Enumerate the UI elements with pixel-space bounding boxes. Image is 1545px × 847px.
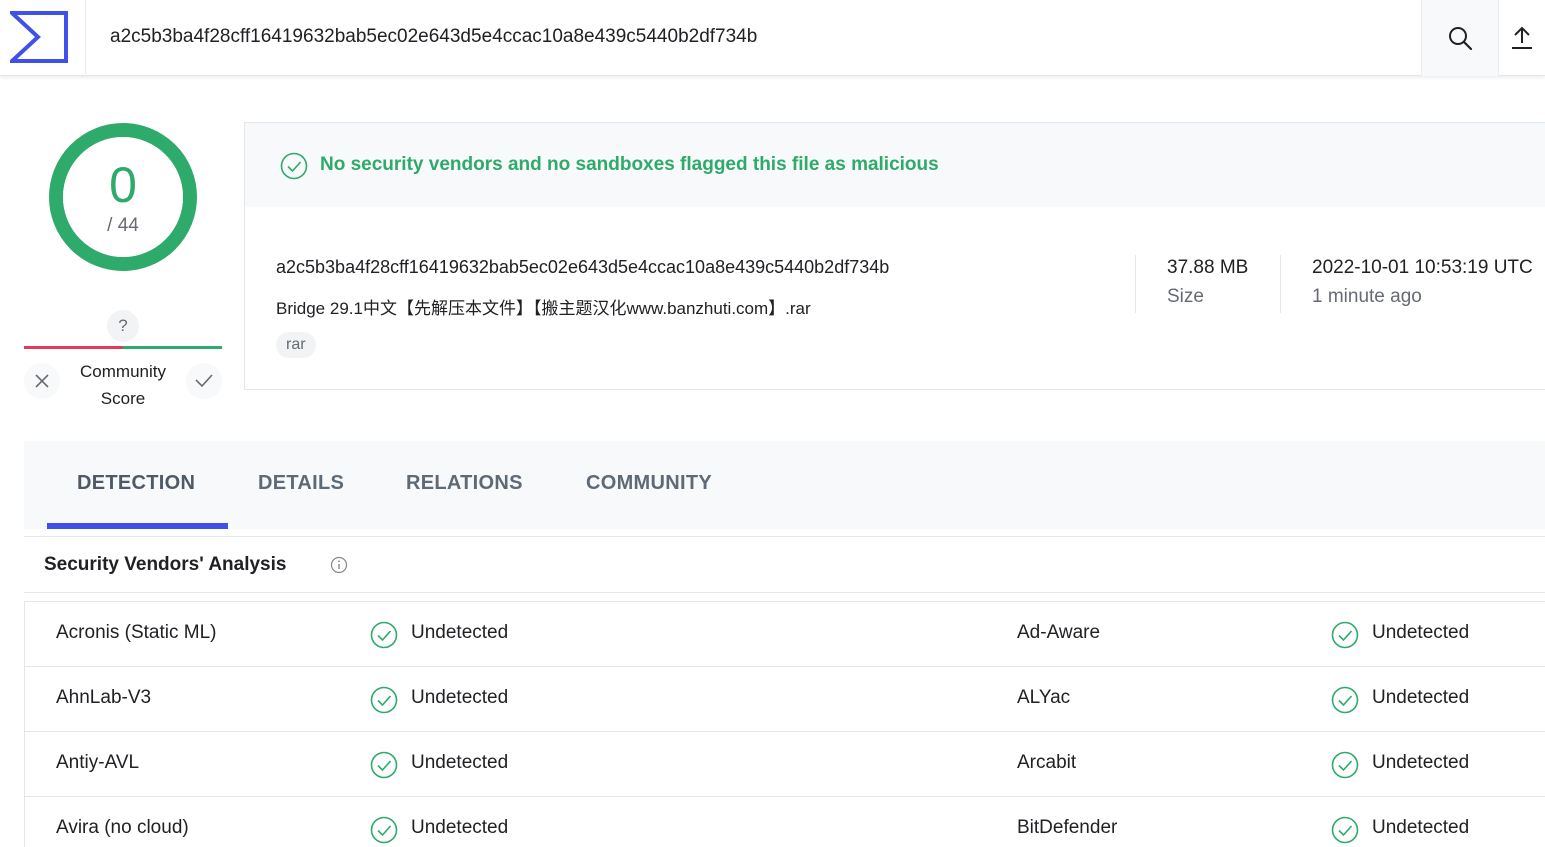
vendor-name: Avira (no cloud) [56,817,189,838]
check-circle-icon [1331,686,1359,714]
vendor-result: Undetected [411,622,509,643]
community-score-bar-negative [24,346,123,349]
community-score-label-line2: Score [100,389,146,408]
top-bar [0,0,1545,76]
table-row: Acronis (Static ML) Undetected Ad-Aware … [25,602,1545,667]
active-tab-indicator [47,523,228,529]
table-row: AhnLab-V3 Undetected ALYac Undetected [25,667,1545,732]
vendor-result: Undetected [1372,817,1470,838]
vendor-name: BitDefender [1017,817,1118,838]
vendor-result: Undetected [411,817,509,838]
check-circle-icon [1331,621,1359,649]
file-name: Bridge 29.1中文【先解压本文件】【搬主题汉化www.banzhuti.… [276,299,811,318]
tab-detection[interactable]: DETECTION [77,441,195,529]
divider [1135,255,1136,313]
vendor-result: Undetected [1372,622,1470,643]
vendor-name: Antiy-AVL [56,752,140,773]
community-score-bar-positive [123,346,222,349]
check-circle-icon [1331,816,1359,844]
tab-details[interactable]: DETAILS [258,441,344,529]
file-type-tag[interactable]: rar [276,332,316,358]
vendor-name: Ad-Aware [1017,622,1101,643]
vendor-name: Acronis (Static ML) [56,622,217,643]
analysis-title: Security Vendors' Analysis [44,554,287,575]
vendor-result: Undetected [1372,687,1470,708]
vendor-result: Undetected [411,752,509,773]
community-score-bar [24,346,222,349]
upload-icon [1512,26,1532,49]
vendor-result: Undetected [1372,752,1470,773]
search-input[interactable] [110,22,1400,52]
check-circle-icon [280,152,308,180]
logo-link[interactable] [0,0,86,76]
community-score-value: ? [107,310,139,342]
upload-button[interactable] [1499,0,1545,76]
check-circle-icon [370,816,398,844]
detection-count: 0 [109,157,137,213]
file-size-value: 37.88 MB [1167,257,1249,278]
tab-relations[interactable]: RELATIONS [406,441,523,529]
check-icon [195,374,213,388]
check-circle-icon [1331,751,1359,779]
community-score-label-line1: Community [80,362,166,381]
analysis-header: Security Vendors' Analysis [24,536,1545,593]
vendor-name: Arcabit [1017,752,1077,773]
analysis-date-value: 2022-10-01 10:53:19 UTC [1312,257,1533,278]
report-tabs: DETECTION DETAILS RELATIONS COMMUNITY [24,441,1545,529]
search-icon [1449,27,1473,51]
vote-malicious-button[interactable] [24,363,60,399]
file-size-label: Size [1167,286,1204,307]
check-circle-icon [370,686,398,714]
vendor-name: ALYac [1017,687,1071,708]
table-row: Avira (no cloud) Undetected BitDefender … [25,797,1545,847]
search-button[interactable] [1421,0,1499,76]
table-row: Antiy-AVL Undetected Arcabit Undetected [25,732,1545,797]
vote-harmless-button[interactable] [186,363,222,399]
info-icon[interactable] [330,556,348,574]
tab-community[interactable]: COMMUNITY [586,441,712,529]
verdict-text: No security vendors and no sandboxes fla… [320,154,939,175]
detection-total: / 44 [107,215,139,236]
verdict-banner: No security vendors and no sandboxes fla… [245,123,1545,207]
check-circle-icon [370,751,398,779]
virustotal-logo-icon [10,11,68,63]
analysis-date-relative: 1 minute ago [1312,286,1422,307]
vendor-name: AhnLab-V3 [56,687,152,708]
divider [1280,255,1281,313]
community-score-label: Community Score [62,358,184,412]
file-hash: a2c5b3ba4f28cff16419632bab5ec02e643d5e4c… [276,257,890,277]
vendors-table: Acronis (Static ML) Undetected Ad-Aware … [24,601,1545,847]
vendor-result: Undetected [411,687,509,708]
close-icon [35,374,49,388]
file-info-card: No security vendors and no sandboxes fla… [244,122,1545,390]
check-circle-icon [370,621,398,649]
